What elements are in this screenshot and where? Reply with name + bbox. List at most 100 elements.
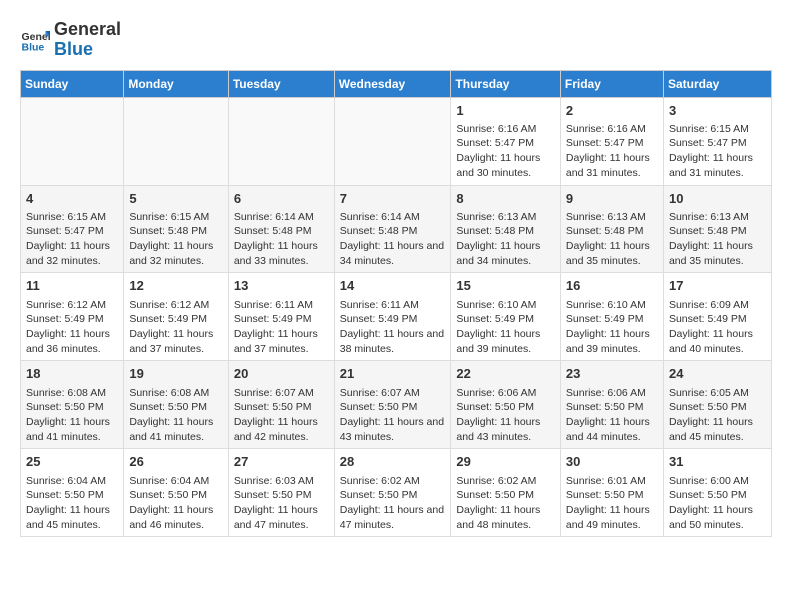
day-info: Sunrise: 6:00 AM	[669, 474, 766, 489]
day-info: Sunset: 5:50 PM	[566, 400, 658, 415]
week-row-3: 11Sunrise: 6:12 AMSunset: 5:49 PMDayligh…	[21, 273, 772, 361]
logo-icon: General Blue	[20, 25, 50, 55]
day-number: 9	[566, 190, 658, 208]
day-cell: 26Sunrise: 6:04 AMSunset: 5:50 PMDayligh…	[124, 449, 229, 537]
day-cell: 9Sunrise: 6:13 AMSunset: 5:48 PMDaylight…	[560, 185, 663, 273]
day-number: 13	[234, 277, 329, 295]
day-info: Sunset: 5:47 PM	[26, 224, 118, 239]
day-info: Sunset: 5:50 PM	[234, 400, 329, 415]
day-number: 10	[669, 190, 766, 208]
day-cell: 1Sunrise: 6:16 AMSunset: 5:47 PMDaylight…	[451, 97, 560, 185]
day-info: Daylight: 11 hours and 35 minutes.	[669, 239, 766, 268]
header-cell-thursday: Thursday	[451, 70, 560, 97]
header-cell-saturday: Saturday	[663, 70, 771, 97]
day-info: Daylight: 11 hours and 47 minutes.	[234, 503, 329, 532]
day-info: Daylight: 11 hours and 32 minutes.	[26, 239, 118, 268]
day-info: Daylight: 11 hours and 36 minutes.	[26, 327, 118, 356]
day-cell	[124, 97, 229, 185]
day-info: Sunset: 5:48 PM	[234, 224, 329, 239]
day-info: Daylight: 11 hours and 47 minutes.	[340, 503, 446, 532]
day-cell: 2Sunrise: 6:16 AMSunset: 5:47 PMDaylight…	[560, 97, 663, 185]
day-number: 8	[456, 190, 554, 208]
day-info: Sunset: 5:48 PM	[566, 224, 658, 239]
header-row: SundayMondayTuesdayWednesdayThursdayFrid…	[21, 70, 772, 97]
day-number: 29	[456, 453, 554, 471]
day-info: Sunrise: 6:08 AM	[26, 386, 118, 401]
day-info: Sunrise: 6:04 AM	[26, 474, 118, 489]
week-row-4: 18Sunrise: 6:08 AMSunset: 5:50 PMDayligh…	[21, 361, 772, 449]
day-info: Daylight: 11 hours and 35 minutes.	[566, 239, 658, 268]
day-info: Daylight: 11 hours and 32 minutes.	[129, 239, 223, 268]
day-cell: 7Sunrise: 6:14 AMSunset: 5:48 PMDaylight…	[334, 185, 451, 273]
day-info: Sunset: 5:50 PM	[234, 488, 329, 503]
day-info: Sunset: 5:50 PM	[129, 400, 223, 415]
day-cell: 19Sunrise: 6:08 AMSunset: 5:50 PMDayligh…	[124, 361, 229, 449]
header-cell-friday: Friday	[560, 70, 663, 97]
day-number: 25	[26, 453, 118, 471]
day-cell: 22Sunrise: 6:06 AMSunset: 5:50 PMDayligh…	[451, 361, 560, 449]
header-cell-tuesday: Tuesday	[228, 70, 334, 97]
day-info: Daylight: 11 hours and 34 minutes.	[456, 239, 554, 268]
day-info: Sunrise: 6:16 AM	[566, 122, 658, 137]
day-info: Sunrise: 6:15 AM	[669, 122, 766, 137]
day-info: Sunset: 5:49 PM	[26, 312, 118, 327]
day-info: Sunset: 5:49 PM	[566, 312, 658, 327]
day-number: 6	[234, 190, 329, 208]
day-info: Sunset: 5:50 PM	[669, 400, 766, 415]
day-info: Sunset: 5:47 PM	[669, 136, 766, 151]
day-cell: 25Sunrise: 6:04 AMSunset: 5:50 PMDayligh…	[21, 449, 124, 537]
day-cell	[334, 97, 451, 185]
day-cell: 31Sunrise: 6:00 AMSunset: 5:50 PMDayligh…	[663, 449, 771, 537]
day-info: Sunset: 5:50 PM	[340, 488, 446, 503]
day-info: Sunrise: 6:15 AM	[26, 210, 118, 225]
day-cell: 23Sunrise: 6:06 AMSunset: 5:50 PMDayligh…	[560, 361, 663, 449]
day-info: Sunrise: 6:03 AM	[234, 474, 329, 489]
day-info: Daylight: 11 hours and 31 minutes.	[669, 151, 766, 180]
day-number: 19	[129, 365, 223, 383]
day-number: 30	[566, 453, 658, 471]
day-cell: 5Sunrise: 6:15 AMSunset: 5:48 PMDaylight…	[124, 185, 229, 273]
page-header: General Blue General Blue	[20, 20, 772, 60]
day-info: Daylight: 11 hours and 41 minutes.	[26, 415, 118, 444]
day-info: Sunset: 5:50 PM	[26, 488, 118, 503]
day-info: Sunset: 5:49 PM	[129, 312, 223, 327]
week-row-2: 4Sunrise: 6:15 AMSunset: 5:47 PMDaylight…	[21, 185, 772, 273]
day-info: Daylight: 11 hours and 37 minutes.	[129, 327, 223, 356]
day-cell: 29Sunrise: 6:02 AMSunset: 5:50 PMDayligh…	[451, 449, 560, 537]
day-info: Sunset: 5:50 PM	[669, 488, 766, 503]
day-info: Daylight: 11 hours and 33 minutes.	[234, 239, 329, 268]
day-info: Sunset: 5:47 PM	[456, 136, 554, 151]
day-info: Sunrise: 6:12 AM	[129, 298, 223, 313]
day-info: Sunrise: 6:16 AM	[456, 122, 554, 137]
logo-text: General Blue	[54, 20, 121, 60]
day-info: Sunrise: 6:15 AM	[129, 210, 223, 225]
day-number: 20	[234, 365, 329, 383]
day-info: Sunrise: 6:04 AM	[129, 474, 223, 489]
day-cell: 11Sunrise: 6:12 AMSunset: 5:49 PMDayligh…	[21, 273, 124, 361]
day-info: Sunrise: 6:13 AM	[669, 210, 766, 225]
day-number: 11	[26, 277, 118, 295]
day-cell: 16Sunrise: 6:10 AMSunset: 5:49 PMDayligh…	[560, 273, 663, 361]
calendar-table: SundayMondayTuesdayWednesdayThursdayFrid…	[20, 70, 772, 538]
day-info: Sunset: 5:49 PM	[234, 312, 329, 327]
logo: General Blue General Blue	[20, 20, 121, 60]
day-number: 26	[129, 453, 223, 471]
day-info: Sunrise: 6:02 AM	[340, 474, 446, 489]
day-cell: 14Sunrise: 6:11 AMSunset: 5:49 PMDayligh…	[334, 273, 451, 361]
day-info: Sunrise: 6:06 AM	[456, 386, 554, 401]
day-number: 18	[26, 365, 118, 383]
svg-text:Blue: Blue	[22, 41, 45, 53]
day-info: Daylight: 11 hours and 49 minutes.	[566, 503, 658, 532]
day-info: Sunrise: 6:05 AM	[669, 386, 766, 401]
day-cell: 21Sunrise: 6:07 AMSunset: 5:50 PMDayligh…	[334, 361, 451, 449]
day-info: Daylight: 11 hours and 43 minutes.	[340, 415, 446, 444]
day-info: Sunset: 5:48 PM	[340, 224, 446, 239]
day-info: Sunrise: 6:01 AM	[566, 474, 658, 489]
day-number: 24	[669, 365, 766, 383]
day-cell	[21, 97, 124, 185]
day-info: Sunrise: 6:02 AM	[456, 474, 554, 489]
day-number: 27	[234, 453, 329, 471]
day-info: Sunrise: 6:10 AM	[456, 298, 554, 313]
day-info: Daylight: 11 hours and 31 minutes.	[566, 151, 658, 180]
day-info: Sunset: 5:50 PM	[340, 400, 446, 415]
